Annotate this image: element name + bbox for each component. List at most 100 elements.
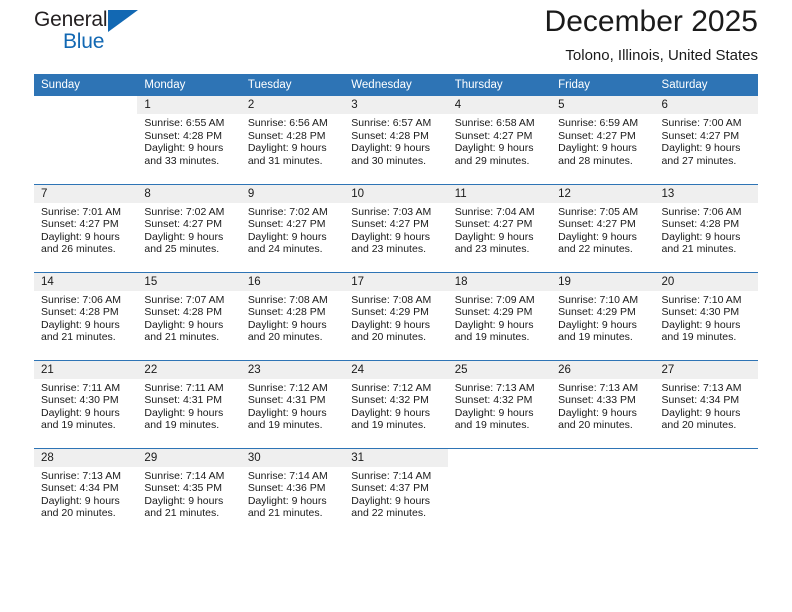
calendar-day-cell[interactable]: 26 Sunrise: 7:13 AM Sunset: 4:33 PM Dayligh… (551, 359, 655, 448)
calendar-week-row: 28 Sunrise: 7:13 AM Sunset: 4:34 PM Dayligh… (34, 447, 758, 536)
sunrise-text: Sunrise: 7:01 AM (41, 205, 121, 218)
title-block: December 2025 Tolono, Illinois, United S… (545, 0, 758, 67)
day-details: Sunrise: 6:55 AM Sunset: 4:28 PM Daylight:… (137, 114, 240, 167)
day-number: 14 (34, 272, 138, 291)
calendar-day-cell[interactable]: 5 Sunrise: 6:59 AM Sunset: 4:27 PM Daylight… (551, 96, 655, 184)
day-number: 2 (240, 96, 345, 114)
brand-name-general: General (34, 8, 108, 31)
sunset-text: Sunset: 4:28 PM (247, 306, 326, 319)
daylight-text: Daylight: 9 hours and 24 minutes. (247, 230, 327, 256)
triangle-icon (108, 10, 138, 32)
calendar-day-cell[interactable]: 24 Sunrise: 7:12 AM Sunset: 4:32 PM Dayligh… (344, 359, 448, 448)
day-number: 8 (137, 184, 241, 203)
calendar-day-cell[interactable]: 21 Sunrise: 7:11 AM Sunset: 4:30 PM Dayligh… (34, 359, 138, 448)
calendar-day-cell[interactable]: 22 Sunrise: 7:11 AM Sunset: 4:31 PM Dayligh… (137, 359, 241, 448)
sunset-text: Sunset: 4:30 PM (661, 306, 740, 319)
calendar-day-cell[interactable]: 4 Sunrise: 6:58 AM Sunset: 4:27 PM Daylight… (447, 96, 552, 184)
calendar-day-cell[interactable]: 11 Sunrise: 7:04 AM Sunset: 4:27 PM Dayligh… (447, 183, 552, 272)
calendar-day-cell[interactable]: 29 Sunrise: 7:14 AM Sunset: 4:35 PM Dayligh… (137, 447, 241, 536)
sunrise-text: Sunrise: 7:08 AM (351, 293, 432, 306)
daylight-text: Daylight: 9 hours and 28 minutes. (558, 142, 637, 167)
calendar-day-cell[interactable]: 13 Sunrise: 7:06 AM Sunset: 4:28 PM Dayligh… (654, 183, 758, 272)
calendar-day-cell[interactable]: 25 Sunrise: 7:13 AM Sunset: 4:32 PM Dayligh… (447, 359, 552, 448)
day-details: Sunrise: 7:07 AM Sunset: 4:28 PM Daylight:… (137, 291, 240, 344)
day-number: 28 (34, 448, 138, 467)
day-number: 17 (344, 272, 448, 291)
daylight-text: Daylight: 9 hours and 30 minutes. (351, 142, 431, 167)
calendar-day-cell[interactable]: 28 Sunrise: 7:13 AM Sunset: 4:34 PM Dayligh… (34, 447, 138, 536)
day-number: 13 (654, 184, 758, 203)
day-details: Sunrise: 7:01 AM Sunset: 4:27 PM Daylight:… (34, 203, 137, 256)
sunrise-text: Sunrise: 7:13 AM (41, 469, 121, 482)
calendar-day-cell[interactable]: 7 Sunrise: 7:01 AM Sunset: 4:27 PM Daylight… (34, 183, 138, 272)
calendar-week-row: 1 Sunrise: 6:55 AM Sunset: 4:28 PM Daylight… (34, 96, 758, 184)
calendar-empty-cell (551, 447, 655, 536)
day-details: Sunrise: 6:56 AM Sunset: 4:28 PM Daylight:… (241, 114, 344, 167)
sunset-text: Sunset: 4:28 PM (661, 218, 740, 231)
page-subtitle: Tolono, Illinois, United States (565, 47, 758, 64)
calendar-day-cell[interactable]: 8 Sunrise: 7:02 AM Sunset: 4:27 PM Daylight… (137, 183, 241, 272)
day-number (551, 448, 655, 467)
day-details: Sunrise: 7:02 AM Sunset: 4:27 PM Daylight:… (137, 203, 240, 256)
sunset-text: Sunset: 4:27 PM (454, 218, 533, 231)
daylight-text: Daylight: 9 hours and 21 minutes. (661, 230, 741, 256)
calendar-week-row: 7 Sunrise: 7:01 AM Sunset: 4:27 PM Daylight… (34, 183, 758, 272)
sunrise-text: Sunrise: 7:10 AM (661, 293, 742, 306)
sunrise-text: Sunrise: 7:13 AM (454, 381, 535, 394)
calendar-day-cell[interactable]: 6 Sunrise: 7:00 AM Sunset: 4:27 PM Daylight… (654, 96, 758, 184)
day-number (654, 448, 758, 467)
day-number: 1 (137, 96, 241, 114)
calendar-day-cell[interactable]: 14 Sunrise: 7:06 AM Sunset: 4:28 PM Dayligh… (34, 271, 138, 360)
calendar-body: 1 Sunrise: 6:55 AM Sunset: 4:28 PM Daylight… (34, 96, 758, 536)
calendar-day-cell[interactable]: 15 Sunrise: 7:07 AM Sunset: 4:28 PM Dayligh… (137, 271, 241, 360)
calendar-header-row: Sunday Monday Tuesday Wednesday Thursday… (34, 74, 758, 96)
calendar-day-cell[interactable]: 3 Sunrise: 6:57 AM Sunset: 4:28 PM Daylight… (344, 96, 448, 184)
day-number: 19 (551, 272, 655, 291)
daylight-text: Daylight: 9 hours and 19 minutes. (144, 406, 224, 432)
sunset-text: Sunset: 4:31 PM (247, 394, 326, 407)
calendar-day-cell[interactable]: 17 Sunrise: 7:08 AM Sunset: 4:29 PM Dayligh… (344, 271, 448, 360)
calendar-day-cell[interactable]: 19 Sunrise: 7:10 AM Sunset: 4:29 PM Dayligh… (551, 271, 655, 360)
day-details: Sunrise: 7:13 AM Sunset: 4:34 PM Daylight:… (34, 467, 137, 520)
calendar-day-cell[interactable]: 31 Sunrise: 7:14 AM Sunset: 4:37 PM Dayligh… (344, 447, 448, 536)
page-title: December 2025 (544, 5, 758, 38)
calendar-day-cell[interactable]: 9 Sunrise: 7:02 AM Sunset: 4:27 PM Daylight… (240, 183, 345, 272)
calendar-day-cell[interactable]: 16 Sunrise: 7:08 AM Sunset: 4:28 PM Dayligh… (240, 271, 345, 360)
day-number: 9 (240, 184, 345, 203)
sunset-text: Sunset: 4:32 PM (454, 394, 533, 407)
sunset-text: Sunset: 4:28 PM (144, 129, 223, 142)
weekday-header-tuesday: Tuesday (240, 74, 345, 96)
calendar-day-cell[interactable]: 27 Sunrise: 7:13 AM Sunset: 4:34 PM Dayligh… (654, 359, 758, 448)
sunrise-text: Sunrise: 7:03 AM (351, 205, 432, 218)
daylight-text: Daylight: 9 hours and 21 minutes. (144, 318, 224, 344)
day-number: 21 (34, 360, 138, 379)
calendar-day-cell[interactable]: 1 Sunrise: 6:55 AM Sunset: 4:28 PM Daylight… (137, 96, 241, 184)
day-details: Sunrise: 7:00 AM Sunset: 4:27 PM Daylight:… (655, 114, 758, 167)
sunrise-text: Sunrise: 7:02 AM (144, 205, 225, 218)
calendar-day-cell[interactable]: 12 Sunrise: 7:05 AM Sunset: 4:27 PM Dayligh… (551, 183, 655, 272)
brand-logo[interactable]: General Blue (34, 8, 154, 60)
calendar-day-cell[interactable]: 2 Sunrise: 6:56 AM Sunset: 4:28 PM Daylight… (240, 96, 345, 184)
day-details: Sunrise: 7:09 AM Sunset: 4:29 PM Daylight:… (448, 291, 551, 344)
sunrise-text: Sunrise: 6:57 AM (351, 117, 432, 129)
sunrise-text: Sunrise: 7:12 AM (351, 381, 432, 394)
day-details: Sunrise: 7:14 AM Sunset: 4:37 PM Daylight:… (344, 467, 447, 520)
daylight-text: Daylight: 9 hours and 19 minutes. (247, 406, 327, 432)
day-number: 5 (551, 96, 655, 114)
sunset-text: Sunset: 4:27 PM (351, 218, 429, 231)
daylight-text: Daylight: 9 hours and 31 minutes. (247, 142, 327, 167)
weekday-header-saturday: Saturday (654, 74, 758, 96)
calendar-day-cell[interactable]: 20 Sunrise: 7:10 AM Sunset: 4:30 PM Dayligh… (654, 271, 758, 360)
day-details: Sunrise: 7:08 AM Sunset: 4:28 PM Daylight:… (241, 291, 344, 344)
daylight-text: Daylight: 9 hours and 21 minutes. (144, 494, 224, 520)
daylight-text: Daylight: 9 hours and 19 minutes. (41, 406, 120, 432)
daylight-text: Daylight: 9 hours and 23 minutes. (351, 230, 431, 256)
daylight-text: Daylight: 9 hours and 29 minutes. (454, 142, 534, 167)
calendar-week-row: 21 Sunrise: 7:11 AM Sunset: 4:30 PM Dayligh… (34, 359, 758, 448)
calendar-day-cell[interactable]: 30 Sunrise: 7:14 AM Sunset: 4:36 PM Dayligh… (240, 447, 345, 536)
calendar-day-cell[interactable]: 18 Sunrise: 7:09 AM Sunset: 4:29 PM Dayligh… (447, 271, 552, 360)
daylight-text: Daylight: 9 hours and 19 minutes. (558, 318, 637, 344)
daylight-text: Daylight: 9 hours and 19 minutes. (351, 406, 431, 432)
calendar-day-cell[interactable]: 10 Sunrise: 7:03 AM Sunset: 4:27 PM Dayligh… (344, 183, 448, 272)
calendar-day-cell[interactable]: 23 Sunrise: 7:12 AM Sunset: 4:31 PM Dayligh… (240, 359, 345, 448)
